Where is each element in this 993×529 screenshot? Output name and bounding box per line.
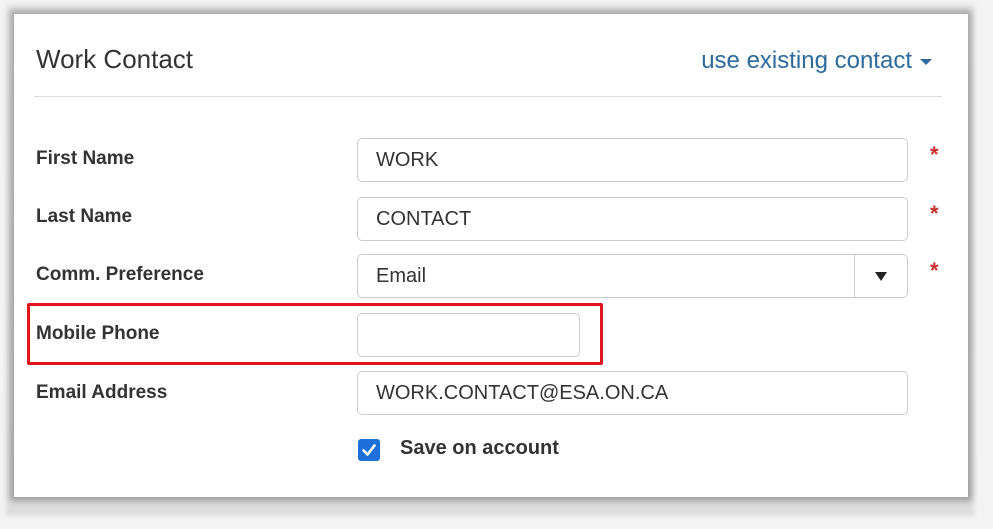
comm-preference-label: Comm. Preference [36,264,204,285]
select-arrow-icon[interactable] [854,255,907,297]
last-name-required-marker: * [930,201,939,226]
comm-preference-select[interactable]: Email [357,254,908,298]
email-address-input[interactable]: WORK.CONTACT@ESA.ON.CA [357,371,908,415]
use-existing-contact-label: use existing contact [701,47,912,74]
header-divider [34,96,942,97]
caret-down-icon [920,58,932,65]
work-contact-panel: Work Contact use existing contact First … [14,14,968,497]
panel-title: Work Contact [36,44,194,74]
save-on-account-checkbox[interactable] [358,439,380,461]
mobile-phone-highlight-box [27,303,603,365]
last-name-input[interactable]: CONTACT [357,197,908,241]
comm-preference-value: Email [376,265,427,287]
use-existing-contact-dropdown[interactable]: use existing contact [701,47,932,75]
last-name-label: Last Name [36,206,133,227]
save-on-account-label: Save on account [400,437,559,459]
comm-preference-required-marker: * [930,258,939,283]
first-name-required-marker: * [930,142,939,167]
email-address-label: Email Address [36,382,168,403]
checkmark-icon [362,444,376,456]
first-name-label: First Name [36,148,135,169]
first-name-input[interactable]: WORK [357,138,908,182]
